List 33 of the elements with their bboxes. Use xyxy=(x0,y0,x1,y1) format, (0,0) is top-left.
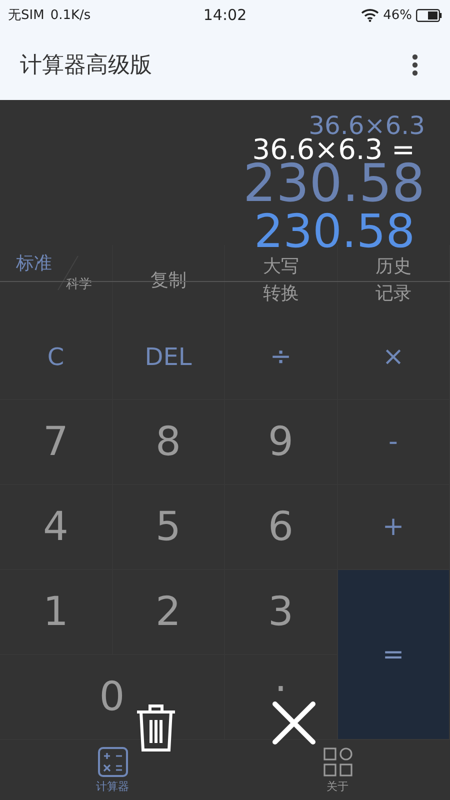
calculator-key[interactable]: 0 xyxy=(0,655,225,740)
calculator-key[interactable]: . xyxy=(225,655,338,740)
calculator-key[interactable]: 5 xyxy=(112,485,225,570)
calculator-key[interactable]: 8 xyxy=(112,400,225,485)
trash-icon[interactable] xyxy=(135,703,177,753)
calculator-key[interactable]: 4 xyxy=(0,485,112,570)
calculator-key[interactable]: 2 xyxy=(112,570,225,655)
calculator-key[interactable]: 6 xyxy=(225,485,338,570)
calculator-key[interactable]: ÷ xyxy=(225,315,338,400)
calculator-key[interactable]: C xyxy=(0,315,112,400)
calculator-icon xyxy=(98,746,128,776)
nav-tab[interactable]: 计算器 xyxy=(0,740,225,800)
calculator-key[interactable]: × xyxy=(338,315,450,400)
network-speed: 0.1K/s xyxy=(50,8,91,22)
more-menu-icon[interactable] xyxy=(411,53,419,77)
battery-icon xyxy=(416,8,442,22)
calculator-key[interactable]: - xyxy=(338,400,450,485)
battery-percent: 46% xyxy=(383,8,412,22)
carrier-text: 无SIM xyxy=(8,7,44,24)
standard-mode-tab[interactable]: 标准 xyxy=(16,251,52,275)
close-icon[interactable] xyxy=(272,701,316,745)
calculator-key[interactable]: DEL xyxy=(112,315,225,400)
nav-tab[interactable]: 关于 xyxy=(225,740,450,800)
clock-time: 14:02 xyxy=(203,6,247,24)
calculator-key[interactable]: 7 xyxy=(0,400,112,485)
calculator-key[interactable]: 1 xyxy=(0,570,112,655)
calculator-key[interactable]: 9 xyxy=(225,400,338,485)
calculator-key[interactable]: = xyxy=(338,570,450,740)
slash-icon xyxy=(56,255,80,291)
app-title: 计算器高级版 xyxy=(20,52,152,80)
grid-icon xyxy=(322,746,352,776)
wifi-icon xyxy=(361,8,380,22)
expression-text: 36.6×6.3 xyxy=(308,113,425,138)
